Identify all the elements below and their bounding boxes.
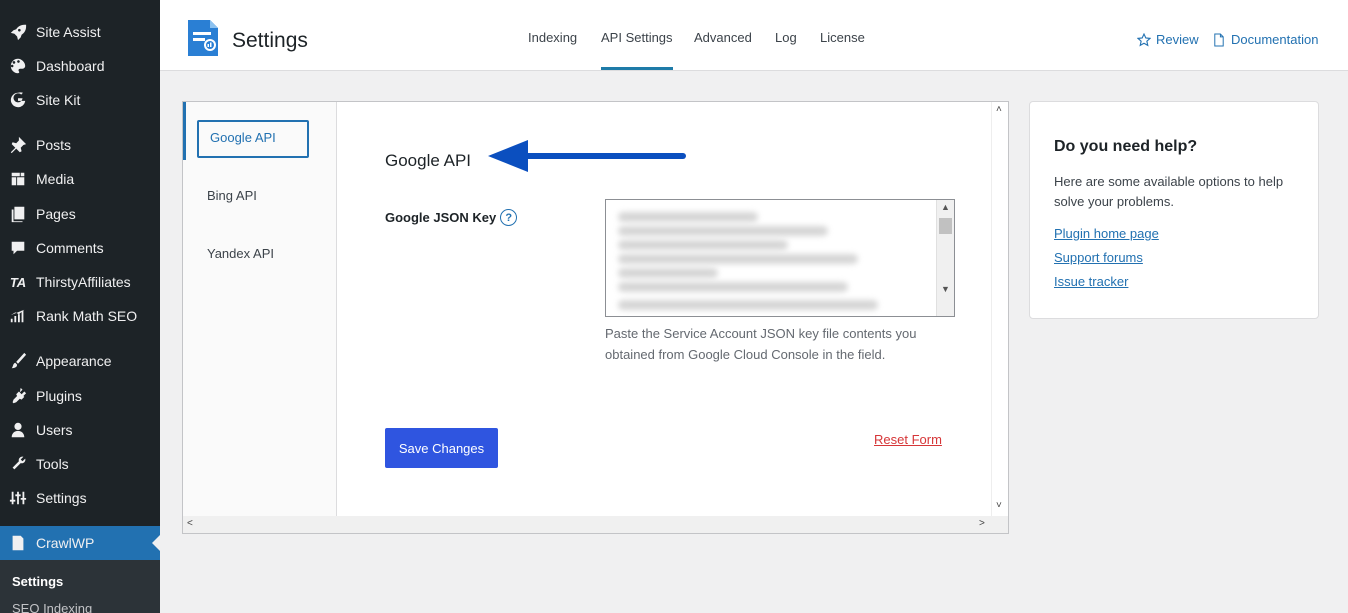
crawlwp-logo-icon [184, 18, 224, 63]
tab-api-settings[interactable]: API Settings [601, 30, 673, 70]
sidebar-item-label: Comments [36, 240, 104, 256]
sidebar-item-site-kit[interactable]: Site Kit [0, 83, 160, 117]
submenu-item-settings[interactable]: Settings [12, 574, 63, 589]
vtab-label: Google API [210, 130, 276, 145]
google-json-key-textarea[interactable]: ▲ ▼ [605, 199, 955, 317]
review-label: Review [1156, 32, 1199, 47]
vtab-yandex-api[interactable]: Yandex API [183, 218, 337, 276]
help-box: Do you need help? Here are some availabl… [1029, 101, 1319, 319]
sidebar-item-label: CrawlWP [36, 535, 95, 551]
api-settings-content: Google API Google JSON Key ? ▲ ▼ Paste t… [338, 102, 1006, 516]
sidebar-item-label: Site Assist [36, 24, 101, 40]
panel-horizontal-scrollbar[interactable]: < > [183, 516, 1008, 533]
sidebar-item-plugins[interactable]: Plugins [0, 379, 160, 413]
submenu-item-seo-indexing[interactable]: SEO Indexing [12, 601, 92, 613]
tab-indexing[interactable]: Indexing [528, 30, 577, 70]
vtab-google-api[interactable]: Google API [183, 102, 337, 160]
sidebar-item-label: Tools [36, 456, 69, 472]
ta-icon: TA [9, 274, 27, 290]
sidebar-item-label: ThirstyAffiliates [36, 274, 131, 290]
pushpin-icon [0, 136, 36, 154]
vtab-label: Yandex API [207, 246, 274, 261]
section-title: Google API [385, 151, 472, 170]
sidebar-item-dashboard[interactable]: Dashboard [0, 49, 160, 83]
scroll-up-icon[interactable]: ▲ [941, 202, 950, 212]
scroll-down-icon[interactable]: ˅ [996, 500, 1002, 511]
sliders-icon [0, 489, 36, 507]
documentation-label: Documentation [1231, 32, 1319, 47]
textarea-scrollbar[interactable]: ▲ ▼ [936, 200, 954, 316]
sidebar-item-thirstyaffiliates[interactable]: TA ThirstyAffiliates [0, 265, 160, 299]
wrench-icon [0, 455, 36, 473]
save-changes-button[interactable]: Save Changes [385, 428, 498, 468]
sidebar-item-comments[interactable]: Comments [0, 231, 160, 265]
admin-sidebar: Site Assist Dashboard Site Kit Posts Med… [0, 0, 160, 613]
sidebar-item-site-assist[interactable]: Site Assist [0, 15, 160, 49]
document-icon [1214, 33, 1224, 46]
documentation-link[interactable]: Documentation [1212, 32, 1318, 47]
sidebar-item-rank-math[interactable]: Rank Math SEO [0, 299, 160, 333]
sidebar-item-label: Pages [36, 206, 76, 222]
sidebar-item-users[interactable]: Users [0, 413, 160, 447]
tab-log[interactable]: Log [775, 30, 797, 70]
crawlwp-submenu: Settings SEO Indexing [0, 560, 160, 613]
media-icon [0, 170, 36, 188]
sidebar-item-label: Dashboard [36, 58, 105, 74]
sidebar-item-label: Rank Math SEO [36, 308, 138, 324]
help-question-icon[interactable]: ? [500, 209, 518, 226]
star-icon [1137, 32, 1151, 47]
sidebar-item-label: Plugins [36, 388, 82, 404]
plug-icon [0, 387, 36, 405]
review-link[interactable]: Review [1137, 32, 1199, 47]
scroll-right-icon[interactable]: > [979, 518, 985, 529]
sidebar-item-label: Site Kit [36, 92, 81, 108]
crawlwp-icon [0, 534, 36, 552]
sidebar-item-pages[interactable]: Pages [0, 197, 160, 231]
sidebar-item-label: Settings [36, 490, 87, 506]
api-vertical-tabs: Google API Bing API Yandex API [183, 102, 337, 516]
page-title: Settings [232, 29, 308, 52]
reset-form-link[interactable]: Reset Form [874, 432, 942, 447]
help-title: Do you need help? [1054, 138, 1198, 155]
plugin-home-page-link[interactable]: Plugin home page [1054, 226, 1159, 241]
api-settings-panel: Google API Bing API Yandex API Google AP… [182, 101, 1009, 534]
comment-icon [0, 239, 36, 257]
sidebar-item-label: Posts [36, 137, 72, 153]
annotation-arrow-icon [488, 140, 686, 172]
sidebar-item-settings[interactable]: Settings [0, 481, 160, 515]
sidebar-item-label: Appearance [36, 353, 112, 369]
sidebar-item-tools[interactable]: Tools [0, 447, 160, 481]
panel-vertical-scrollbar[interactable]: ˄ ˅ [991, 102, 1008, 516]
scroll-down-icon[interactable]: ▼ [941, 284, 950, 294]
palette-icon [0, 57, 36, 75]
google-json-key-label: Google JSON Key ? [385, 209, 518, 226]
google-g-icon [0, 91, 36, 109]
scroll-up-icon[interactable]: ˄ [996, 104, 1002, 115]
sidebar-item-label: Users [36, 422, 73, 438]
sidebar-item-media[interactable]: Media [0, 162, 160, 196]
tab-advanced[interactable]: Advanced [694, 30, 752, 70]
rocket-icon [0, 23, 36, 41]
brush-icon [0, 352, 36, 370]
tab-license[interactable]: License [820, 30, 865, 70]
vtab-label: Bing API [207, 188, 257, 203]
issue-tracker-link[interactable]: Issue tracker [1054, 274, 1128, 289]
scroll-left-icon[interactable]: < [187, 518, 193, 529]
scroll-thumb[interactable] [939, 218, 952, 234]
field-label-text: Google JSON Key [385, 210, 497, 225]
support-forums-link[interactable]: Support forums [1054, 250, 1143, 265]
help-text: Here are some available options to help … [1054, 174, 1284, 209]
sidebar-item-posts[interactable]: Posts [0, 128, 160, 162]
sidebar-item-crawlwp[interactable]: CrawlWP [0, 526, 160, 560]
chart-icon [0, 307, 36, 325]
field-description: Paste the Service Account JSON key file … [605, 326, 917, 362]
user-icon [0, 421, 36, 439]
vtab-bing-api[interactable]: Bing API [183, 160, 337, 218]
sidebar-item-label: Media [36, 171, 75, 187]
pages-icon [0, 205, 36, 223]
sidebar-item-appearance[interactable]: Appearance [0, 344, 160, 378]
plugin-header: Settings Indexing API Settings Advanced … [160, 0, 1348, 71]
